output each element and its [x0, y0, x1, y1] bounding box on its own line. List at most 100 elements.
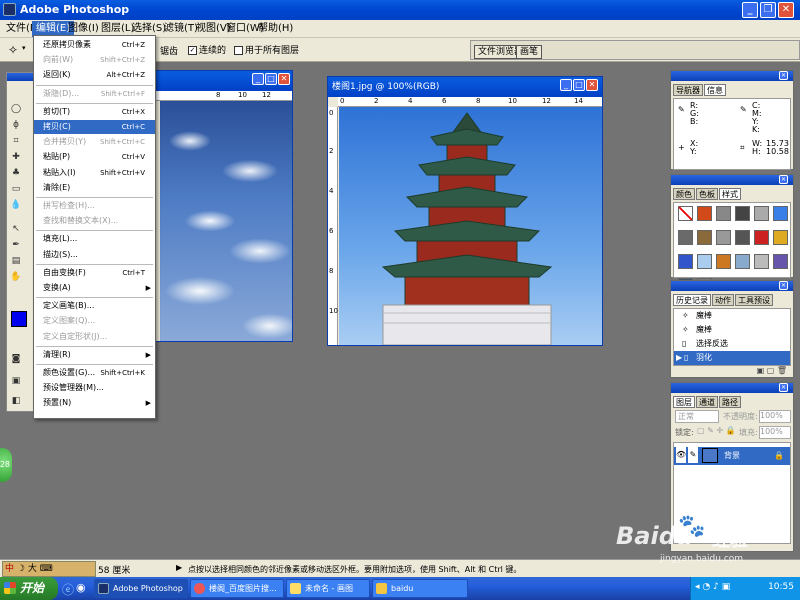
style-swatch[interactable]: [716, 254, 731, 269]
contiguous-checkbox[interactable]: ✓ 连续的: [188, 43, 226, 56]
tab-color[interactable]: 颜色: [673, 188, 695, 200]
edit-menu-item[interactable]: 清除(E): [34, 181, 155, 195]
quickmask-mode-icon[interactable]: ◙: [10, 353, 22, 365]
edit-menu-item[interactable]: 预置(N) ▶: [34, 396, 155, 410]
style-swatch[interactable]: [773, 206, 788, 221]
delete-icon[interactable]: 🗑: [777, 366, 787, 375]
style-swatch[interactable]: [678, 254, 693, 269]
doc-maximize-button[interactable]: □: [573, 79, 585, 91]
tab-actions[interactable]: 动作: [712, 294, 734, 306]
edit-menu-item[interactable]: 填充(L)...: [34, 232, 155, 246]
magic-wand-tool-icon[interactable]: ✧: [8, 43, 18, 57]
style-swatch[interactable]: [716, 230, 731, 245]
style-swatch[interactable]: [678, 206, 693, 221]
style-swatch[interactable]: [754, 254, 769, 269]
style-swatch[interactable]: [697, 230, 712, 245]
opacity-input[interactable]: 100%: [759, 410, 791, 423]
restore-button[interactable]: ❐: [760, 2, 776, 18]
quicklaunch-icon[interactable]: ◉: [76, 581, 86, 594]
doc-close-button[interactable]: ✕: [586, 79, 598, 91]
new-document-icon[interactable]: ▢: [767, 366, 775, 375]
task-photoshop[interactable]: Adobe Photoshop: [94, 579, 188, 598]
style-swatch[interactable]: [754, 230, 769, 245]
edit-menu-item[interactable]: 自由变换(F) Ctrl+T: [34, 266, 155, 280]
edit-menu-item[interactable]: 返回(K) Alt+Ctrl+Z: [34, 68, 155, 82]
tab-layers[interactable]: 图层: [673, 396, 695, 408]
ie-quicklaunch-icon[interactable]: ⓔ: [62, 581, 74, 598]
pen-tool-icon[interactable]: ✒: [10, 239, 22, 251]
style-swatch[interactable]: [678, 230, 693, 245]
edit-menu-item[interactable]: 颜色设置(G)... Shift+Ctrl+K: [34, 366, 155, 380]
menu-help[interactable]: 帮助(H): [254, 21, 297, 37]
screen-mode-icon[interactable]: ▣: [10, 375, 22, 387]
tab-tool-presets[interactable]: 工具预设: [735, 294, 773, 306]
notification-badge[interactable]: 28: [0, 448, 12, 482]
clouds-image-canvas[interactable]: [160, 101, 292, 341]
healing-tool-icon[interactable]: ✚: [10, 151, 22, 163]
jump-to-imageready-icon[interactable]: ◧: [10, 395, 22, 407]
tab-history[interactable]: 历史记录: [673, 294, 711, 306]
doc-maximize-button[interactable]: □: [265, 73, 277, 85]
eye-icon[interactable]: 👁: [676, 447, 686, 463]
eraser-tool-icon[interactable]: ▭: [10, 183, 22, 195]
doc-minimize-button[interactable]: _: [560, 79, 572, 91]
edit-menu-item[interactable]: 粘贴(P) Ctrl+V: [34, 150, 155, 164]
tab-styles[interactable]: 样式: [719, 188, 741, 200]
task-browser[interactable]: 楼阁_百度图片搜...: [190, 579, 284, 598]
panel-close-button[interactable]: ✕: [779, 281, 788, 290]
panel-close-button[interactable]: ✕: [779, 383, 788, 392]
close-button[interactable]: ✕: [778, 2, 794, 18]
marquee-tool-icon[interactable]: ◯: [10, 103, 22, 115]
notes-tool-icon[interactable]: ▤: [10, 255, 22, 267]
edit-menu-item[interactable]: 剪切(T) Ctrl+X: [34, 105, 155, 119]
style-swatch[interactable]: [773, 230, 788, 245]
edit-menu-item[interactable]: 定义画笔(B)...: [34, 299, 155, 313]
tab-paths[interactable]: 路径: [719, 396, 741, 408]
start-button[interactable]: 开始: [0, 577, 58, 600]
lasso-tool-icon[interactable]: ϕ: [10, 119, 22, 131]
tab-swatches[interactable]: 色板: [696, 188, 718, 200]
edit-menu-item[interactable]: 预设管理器(M)...: [34, 381, 155, 395]
edit-menu-item[interactable]: 粘贴入(I) Shift+Ctrl+V: [34, 166, 155, 180]
hand-tool-icon[interactable]: ✋: [10, 271, 22, 283]
all-layers-checkbox[interactable]: 用于所有图层: [234, 43, 299, 56]
style-swatch[interactable]: [735, 254, 750, 269]
panel-close-button[interactable]: ✕: [779, 71, 788, 80]
style-swatch[interactable]: [773, 254, 788, 269]
lock-icons[interactable]: ▢ ✎ ✛ 🔒: [697, 426, 736, 435]
edit-menu-item[interactable]: 清理(R) ▶: [34, 348, 155, 362]
style-swatch[interactable]: [735, 206, 750, 221]
history-state-current[interactable]: ▶ ▯ 羽化: [674, 351, 790, 365]
layer-row-background[interactable]: 👁 ✎ 背景 🔒: [674, 447, 790, 465]
edit-menu-item[interactable]: 拷贝(C) Ctrl+C: [34, 120, 155, 134]
style-swatch[interactable]: [697, 254, 712, 269]
history-state[interactable]: ▯ 选择反选: [674, 337, 790, 351]
edit-menu-item[interactable]: 还原拷贝像素 Ctrl+Z: [34, 38, 155, 52]
style-swatch[interactable]: [716, 206, 731, 221]
new-snapshot-icon[interactable]: ▣: [757, 366, 765, 375]
task-paint[interactable]: 未命名 - 画图: [286, 579, 370, 598]
tab-channels[interactable]: 通道: [696, 396, 718, 408]
tab-info[interactable]: 信息: [704, 84, 726, 96]
blur-tool-icon[interactable]: 💧: [10, 199, 22, 211]
edit-menu-item[interactable]: 描边(S)...: [34, 248, 155, 262]
doc-close-button[interactable]: ✕: [278, 73, 290, 85]
style-swatch[interactable]: [754, 206, 769, 221]
history-state[interactable]: ✧ 魔棒: [674, 309, 790, 323]
ime-toolbar[interactable]: 中 ☽ 大 ⌨: [2, 561, 96, 577]
doc-minimize-button[interactable]: _: [252, 73, 264, 85]
path-select-tool-icon[interactable]: ↖: [10, 223, 22, 235]
foreground-color-swatch[interactable]: [11, 311, 27, 327]
history-state[interactable]: ✧ 魔棒: [674, 323, 790, 337]
brushes-tab[interactable]: 画笔: [516, 45, 543, 59]
edit-menu-item[interactable]: 变换(A) ▶: [34, 281, 155, 295]
crop-tool-icon[interactable]: ⌗: [10, 135, 22, 147]
style-swatch[interactable]: [697, 206, 712, 221]
style-swatch[interactable]: [735, 230, 750, 245]
stamp-tool-icon[interactable]: ♣: [10, 167, 22, 179]
blend-mode-select[interactable]: 正常: [675, 410, 719, 423]
pagoda-image-canvas[interactable]: [339, 107, 602, 345]
panel-close-button[interactable]: ✕: [779, 175, 788, 184]
fill-input[interactable]: 100%: [759, 426, 791, 439]
task-folder[interactable]: baidu: [372, 579, 468, 598]
